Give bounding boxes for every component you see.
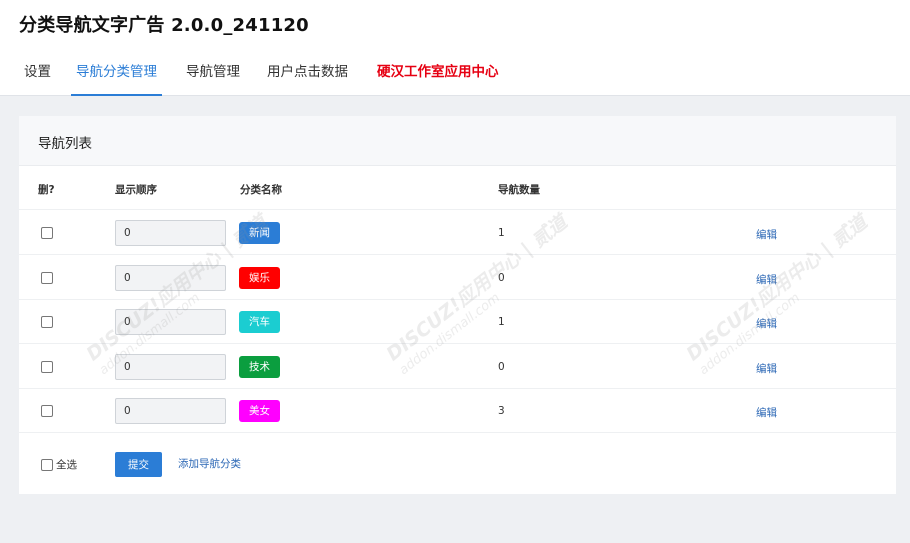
panel-title: 导航列表 — [38, 136, 92, 152]
delete-checkbox[interactable] — [41, 316, 53, 328]
table-row: 娱乐 0 编辑 — [19, 255, 896, 299]
edit-link[interactable]: 编辑 — [756, 272, 777, 287]
nav-count: 3 — [498, 405, 505, 417]
nav-list-panel: 导航列表 删? 显示顺序 分类名称 导航数量 新闻 1 编辑 娱乐 0 编辑 汽… — [19, 116, 896, 494]
delete-checkbox[interactable] — [41, 405, 53, 417]
table-row: 技术 0 编辑 — [19, 344, 896, 388]
col-order-header: 显示顺序 — [115, 184, 157, 196]
table-row: 美女 3 编辑 — [19, 388, 896, 432]
edit-link[interactable]: 编辑 — [756, 227, 777, 242]
col-name-header: 分类名称 — [240, 184, 282, 196]
category-badge: 汽车 — [239, 311, 280, 333]
delete-checkbox[interactable] — [41, 272, 53, 284]
select-all-label[interactable]: 全选 — [56, 457, 77, 472]
table-row: 汽车 1 编辑 — [19, 299, 896, 343]
category-badge: 新闻 — [239, 222, 280, 244]
app-header: 分类导航文字广告 2.0.0_241120 设置 导航分类管理 导航管理 用户点… — [0, 0, 910, 96]
submit-button[interactable]: 提交 — [115, 452, 162, 477]
order-input[interactable] — [115, 398, 226, 424]
nav-count: 0 — [498, 272, 505, 284]
category-badge: 美女 — [239, 400, 280, 422]
delete-checkbox[interactable] — [41, 227, 53, 239]
select-all-checkbox[interactable] — [41, 459, 53, 471]
tab-settings[interactable]: 设置 — [24, 60, 51, 96]
edit-link[interactable]: 编辑 — [756, 316, 777, 331]
nav-count: 0 — [498, 361, 505, 373]
edit-link[interactable]: 编辑 — [756, 361, 777, 376]
add-category-link[interactable]: 添加导航分类 — [178, 456, 241, 471]
order-input[interactable] — [115, 309, 226, 335]
nav-count: 1 — [498, 227, 505, 239]
row-divider — [19, 432, 896, 433]
page-title: 分类导航文字广告 2.0.0_241120 — [19, 15, 309, 36]
category-badge: 技术 — [239, 356, 280, 378]
col-count-header: 导航数量 — [498, 184, 540, 196]
table-row: 新闻 1 编辑 — [19, 210, 896, 254]
tab-category-management[interactable]: 导航分类管理 — [71, 60, 162, 96]
tab-nav-management[interactable]: 导航管理 — [186, 60, 240, 96]
order-input[interactable] — [115, 354, 226, 380]
nav-count: 1 — [498, 316, 505, 328]
tab-click-data[interactable]: 用户点击数据 — [267, 60, 348, 96]
order-input[interactable] — [115, 265, 226, 291]
order-input[interactable] — [115, 220, 226, 246]
col-delete-header: 删? — [38, 184, 55, 196]
category-badge: 娱乐 — [239, 267, 280, 289]
delete-checkbox[interactable] — [41, 361, 53, 373]
edit-link[interactable]: 编辑 — [756, 405, 777, 420]
tab-app-center[interactable]: 硬汉工作室应用中心 — [377, 60, 499, 96]
panel-header: 导航列表 — [19, 116, 896, 166]
